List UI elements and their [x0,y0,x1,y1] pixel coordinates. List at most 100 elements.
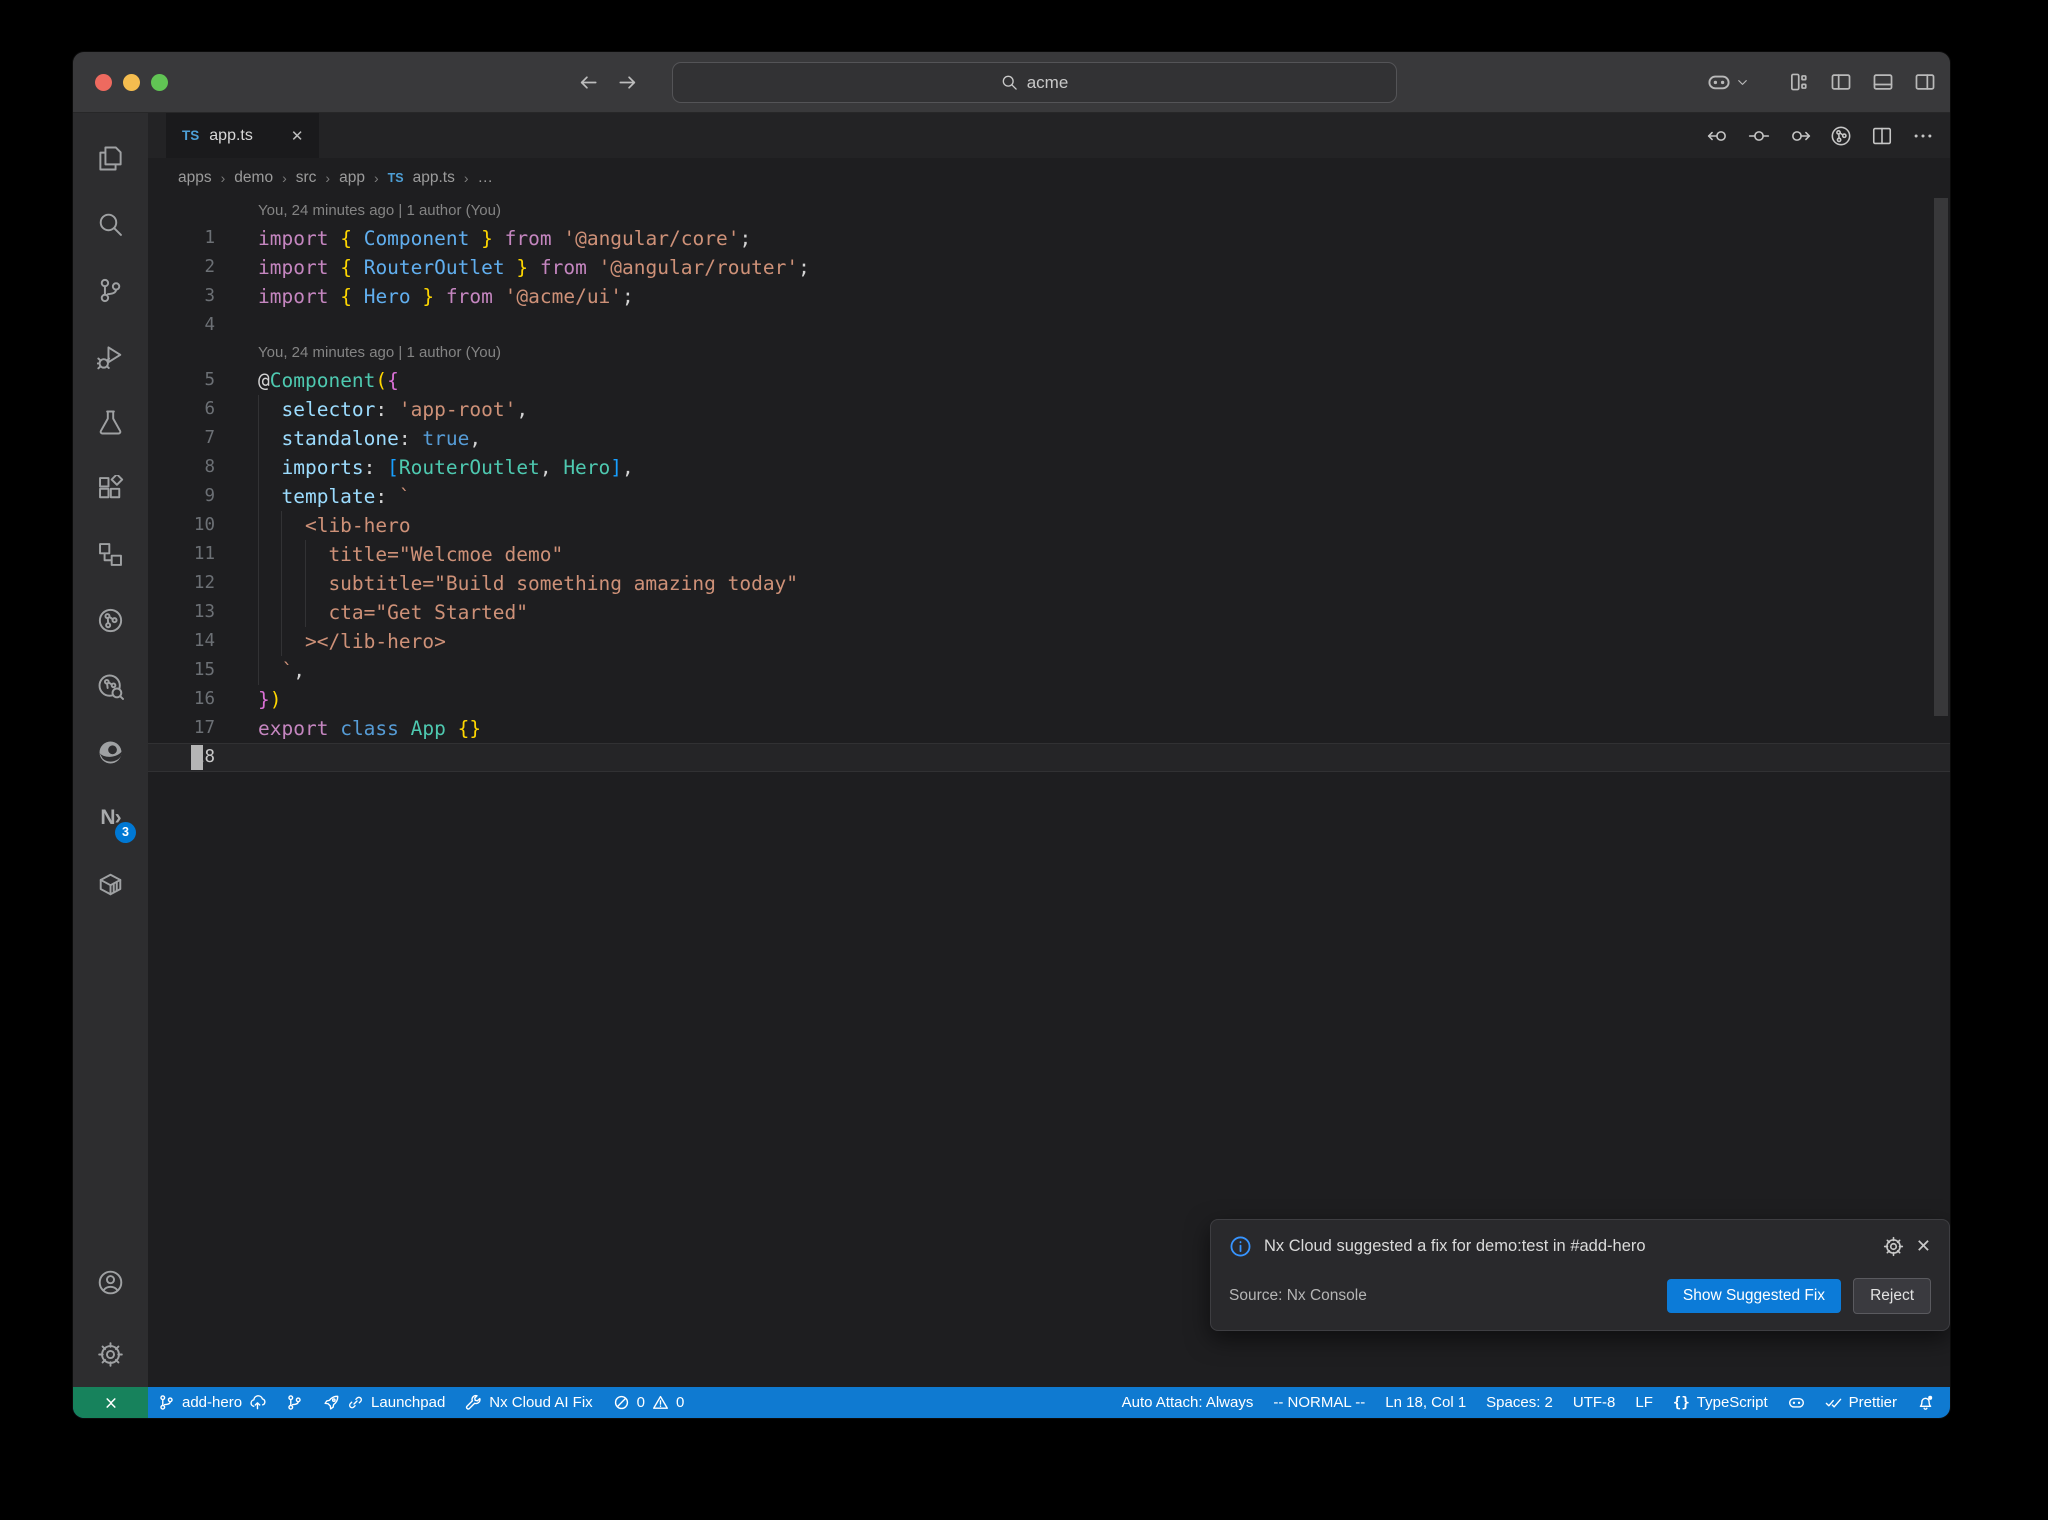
notification-source: Source: Nx Console [1229,1287,1367,1304]
code-line-7[interactable]: 7 standalone: true, [148,424,1950,453]
editor-scrollbar[interactable] [1934,198,1948,716]
code-line-6[interactable]: 6 selector: 'app-root', [148,395,1950,424]
code-line-10[interactable]: 10 <lib-hero [148,511,1950,540]
sidebar-item-run-debug[interactable] [73,323,148,389]
notification-settings-icon[interactable] [1883,1236,1904,1257]
toggle-left-panel-icon[interactable] [1830,71,1852,93]
close-tab-icon[interactable]: ✕ [291,127,304,145]
reject-button[interactable]: Reject [1853,1278,1931,1314]
breadcrumb-separator: › [463,170,469,186]
notification-close-icon[interactable]: ✕ [1916,1236,1931,1257]
blame-line: You, 24 minutes ago | 1 author (You) [258,344,501,361]
toggle-right-panel-icon[interactable] [1914,71,1936,93]
breadcrumb-item-app[interactable]: app [339,169,365,187]
line-number: 18 [193,747,215,767]
close-window-button[interactable] [95,74,112,91]
code-line-2[interactable]: 2 import { RouterOutlet } from '@angular/… [148,253,1950,282]
toggle-bottom-panel-icon[interactable] [1872,71,1894,93]
statusbar-copilot-status[interactable] [1778,1387,1815,1418]
account-icon [97,1269,124,1296]
breadcrumb-item-[interactable]: … [478,169,494,187]
statusbar-auto-attach[interactable]: Auto Attach: Always [1112,1387,1264,1418]
split-editor-icon[interactable] [1871,125,1893,147]
sidebar-item-search[interactable] [73,191,148,257]
statusbar-cursor-position[interactable]: Ln 18, Col 1 [1375,1387,1476,1418]
code-line-8[interactable]: 8 imports: [RouterOutlet, Hero], [148,453,1950,482]
command-center-search[interactable]: acme [672,62,1397,103]
breadcrumb: apps › demo › src › app › TS app.ts ›… [148,158,1950,198]
sidebar-item-explorer[interactable] [73,125,148,191]
line-number: 3 [204,286,215,306]
sidebar-item-accounts[interactable] [73,1249,148,1321]
sidebar-item-extensions[interactable] [73,455,148,521]
sidebar-item-commit-graph[interactable] [73,587,148,653]
code-line-9[interactable]: 9 template: ` [148,482,1950,511]
statusbar-git-branch[interactable]: add-hero [148,1387,276,1418]
code-line-3[interactable]: 3 import { Hero } from '@acme/ui'; [148,282,1950,311]
code-line-14[interactable]: 14 ></lib-hero> [148,627,1950,656]
statusbar-indentation[interactable]: Spaces: 2 [1476,1387,1563,1418]
show-suggested-fix-button[interactable]: Show Suggested Fix [1666,1279,1842,1313]
linked-squares-icon [97,541,124,568]
open-changes-back-icon[interactable] [1707,125,1729,147]
typescript-file-icon: TS [182,128,200,143]
more-actions-icon[interactable] [1912,125,1934,147]
open-changes-forward-icon[interactable] [1789,125,1811,147]
copilot-menu[interactable] [1707,70,1750,94]
zoom-window-button[interactable] [151,74,168,91]
sidebar-item-settings[interactable] [73,1321,148,1387]
forward-icon[interactable] [617,72,638,93]
code-line-11[interactable]: 11 title="Welcmoe demo" [148,540,1950,569]
statusbar-vim-mode[interactable]: -- NORMAL -- [1263,1387,1375,1418]
sidebar-item-nx-console[interactable]: N› 3 [73,785,148,851]
label: 0 [676,1394,685,1411]
back-icon[interactable] [578,72,599,93]
code-line-17[interactable]: 17 export class App {} [148,714,1950,743]
sidebar-item-source-control[interactable] [73,257,148,323]
code-line-1[interactable]: 1 import { Component } from '@angular/cor… [148,224,1950,253]
vim-block-cursor [191,745,203,770]
code-line-4[interactable]: 4 [148,311,1950,340]
sidebar-item-testing[interactable] [73,389,148,455]
line-number: 4 [204,315,215,335]
statusbar-git-graph[interactable] [276,1387,313,1418]
statusbar-language-mode[interactable]: {} TypeScript [1663,1387,1778,1418]
breadcrumb-item-appts[interactable]: app.ts [413,169,455,187]
sidebar-item-references[interactable] [73,521,148,587]
line-number: 16 [193,689,215,709]
code-line-15[interactable]: 15 `, [148,656,1950,685]
statusbar-notifications-bell[interactable] [1907,1387,1944,1418]
code-line-12[interactable]: 12 subtitle="Build something amazing tod… [148,569,1950,598]
statusbar-remote-indicator[interactable] [73,1387,148,1418]
code-line-16[interactable]: 16}) [148,685,1950,714]
label: LF [1635,1394,1653,1411]
customize-layout-icon[interactable] [1788,71,1810,93]
sidebar-item-containers[interactable] [73,851,148,917]
breadcrumb-item-src[interactable]: src [296,169,317,187]
code-line-13[interactable]: 13 cta="Get Started" [148,598,1950,627]
edge-icon [97,739,124,766]
statusbar-nx-cloud-ai-fix[interactable]: Nx Cloud AI Fix [455,1387,602,1418]
file-history-icon[interactable] [1830,125,1852,147]
open-change-icon[interactable] [1748,125,1770,147]
gear-icon [97,1341,124,1368]
statusbar-encoding[interactable]: UTF-8 [1563,1387,1626,1418]
breadcrumb-separator: › [373,170,379,186]
double-check-icon [1825,1394,1842,1411]
line-number: 15 [193,660,215,680]
statusbar-problems[interactable]: 00 [603,1387,695,1418]
label: Nx Cloud AI Fix [489,1394,593,1411]
statusbar-eol[interactable]: LF [1625,1387,1663,1418]
sidebar-item-edge-devtools[interactable] [73,719,148,785]
sidebar-item-gitlens-inspect[interactable] [73,653,148,719]
code-line-18[interactable]: 18 [148,743,1950,772]
statusbar-launchpad[interactable]: Launchpad [313,1387,455,1418]
label: Ln 18, Col 1 [1385,1394,1467,1411]
statusbar-formatter[interactable]: Prettier [1815,1387,1907,1418]
code-editor[interactable]: You, 24 minutes ago | 1 author (You) 1 imp… [148,198,1950,1387]
breadcrumb-item-demo[interactable]: demo [234,169,273,187]
minimize-window-button[interactable] [123,74,140,91]
code-line-5[interactable]: 5 @Component({ [148,366,1950,395]
tab-app-ts[interactable]: TS app.ts ✕ [166,113,320,158]
breadcrumb-item-apps[interactable]: apps [178,169,212,187]
